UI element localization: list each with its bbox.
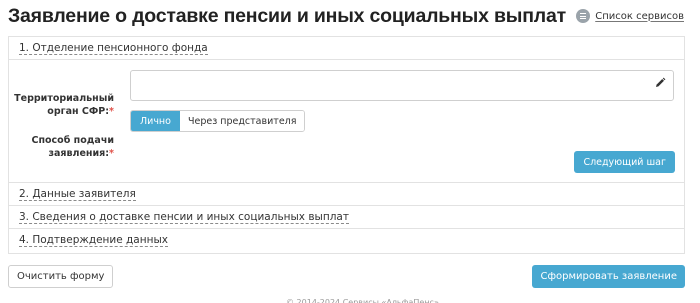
step-4-header[interactable]: 4. Подтверждение данных bbox=[9, 229, 684, 251]
services-list-link[interactable]: Список сервисов bbox=[576, 9, 684, 23]
step-3-header[interactable]: 3. Сведения о доставке пенсии и иных соц… bbox=[9, 206, 684, 229]
services-list-label[interactable]: Список сервисов bbox=[595, 11, 684, 22]
step-2-header[interactable]: 2. Данные заявителя bbox=[9, 183, 684, 206]
step-3-label[interactable]: 3. Сведения о доставке пенсии и иных соц… bbox=[19, 211, 349, 224]
page: Заявление о доставке пенсии и иных социа… bbox=[0, 0, 700, 303]
step-1-header[interactable]: 1. Отделение пенсионного фонда bbox=[9, 37, 684, 60]
step-1-body: Территориальный орган СФР:* Способ подач… bbox=[9, 60, 684, 183]
clear-form-button[interactable]: Очистить форму bbox=[8, 265, 114, 288]
step-2-label[interactable]: 2. Данные заявителя bbox=[19, 188, 136, 201]
step-1-label[interactable]: 1. Отделение пенсионного фонда bbox=[19, 42, 208, 55]
footer-copyright: © 2014-2024 Сервисы «АльфаПенс» bbox=[286, 298, 439, 303]
method-field-label: Способ подачи заявления:* bbox=[31, 135, 114, 159]
pencil-icon[interactable] bbox=[654, 77, 666, 89]
form-steps-panel: 1. Отделение пенсионного фонда Территори… bbox=[8, 36, 685, 254]
method-option-personal[interactable]: Лично bbox=[131, 111, 180, 131]
step-4-label[interactable]: 4. Подтверждение данных bbox=[19, 234, 168, 247]
method-toggle: Лично Через представителя bbox=[130, 110, 306, 132]
page-title: Заявление о доставке пенсии и иных социа… bbox=[8, 5, 566, 27]
required-mark: * bbox=[109, 148, 114, 159]
generate-application-button[interactable]: Сформировать заявление bbox=[532, 265, 685, 288]
next-step-button[interactable]: Следующий шаг bbox=[574, 151, 675, 173]
org-field-label: Территориальный орган СФР:* bbox=[14, 93, 114, 117]
required-mark: * bbox=[109, 106, 114, 117]
org-select-field[interactable] bbox=[130, 70, 674, 101]
method-option-representative[interactable]: Через представителя bbox=[179, 111, 305, 131]
list-icon bbox=[576, 9, 591, 23]
